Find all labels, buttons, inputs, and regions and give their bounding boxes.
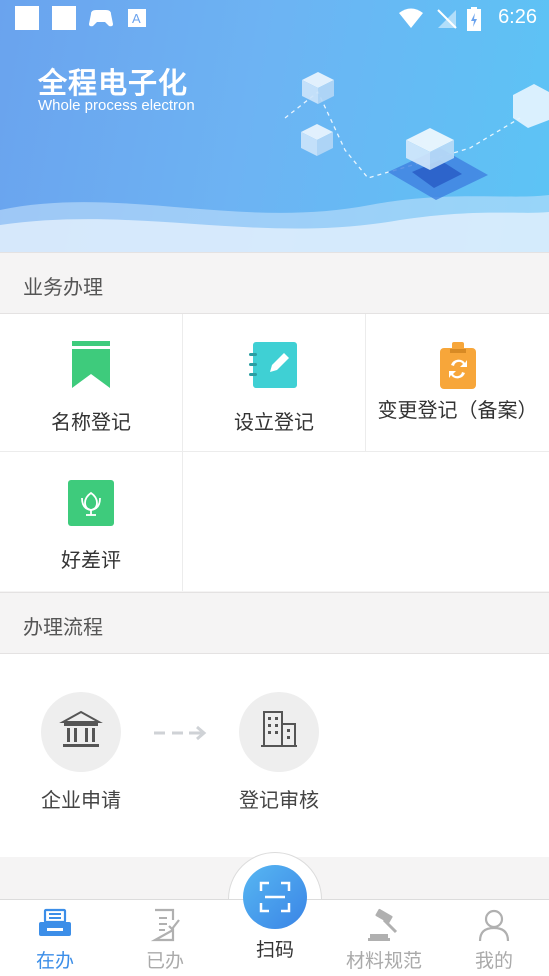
banner-subtitle: Whole process electron [38,97,195,114]
service-label: 变更登记（备案） [377,398,538,422]
nav-label: 在办 [35,950,74,972]
process-section-header: 办理流程 [0,592,549,654]
nav-completed[interactable]: 已办 [110,900,220,976]
nav-label: 我的 [474,950,513,972]
document-check-icon [150,908,180,942]
banner-title: 全程电子化 [38,66,189,100]
scan-icon [259,881,291,913]
services-section-header: 业务办理 [0,252,549,314]
wifi-icon [399,8,423,28]
section-title: 业务办理 [23,275,103,299]
notification-icon [15,6,39,30]
clock: 6:26 [498,6,537,28]
nav-label-scan[interactable]: 扫码 [225,935,325,962]
process-step-label: 登记审核 [239,788,319,812]
status-bar: A 6:26 [0,0,549,38]
scan-button[interactable] [243,865,307,929]
printer-icon [39,908,71,936]
service-change-registration[interactable]: 变更登记（备案） [366,314,549,452]
text-icon: A [128,9,146,27]
service-establish-registration[interactable]: 设立登记 [183,314,366,452]
no-signal-icon [437,9,457,29]
process-step-icon [239,692,319,772]
clipboard-refresh-icon [439,342,476,389]
service-rating[interactable]: 好差评 [0,452,183,591]
gamepad-icon [89,10,113,27]
arrow-icon [154,725,207,741]
process-flow: 企业申请 登记审核 [0,654,549,857]
nav-mine[interactable]: 我的 [439,900,549,976]
nav-label: 已办 [145,950,184,972]
nav-label: 材料规范 [345,950,422,972]
user-icon [478,909,510,942]
service-name-registration[interactable]: 名称登记 [0,314,183,452]
notebook-edit-icon [249,342,297,388]
service-label: 名称登记 [51,410,131,434]
bank-icon [59,710,103,747]
battery-icon [467,7,481,31]
service-label: 好差评 [61,548,121,572]
section-title: 办理流程 [23,615,103,639]
flower-icon [68,480,114,526]
service-grid: 名称登记 设立登记 变更登记（备案） 好差评 [0,314,549,591]
service-label: 设立登记 [234,410,314,434]
building-icon [261,711,297,747]
nav-in-progress[interactable]: 在办 [0,900,110,976]
process-step-icon [41,692,121,772]
svg-text:A: A [132,11,141,26]
banner: A 6:26 全程电子化 Whole process electron [0,0,549,252]
nav-material-standards[interactable]: 材料规范 [329,900,439,976]
bookmark-icon [72,341,110,388]
notification-icon [52,6,76,30]
process-step-label: 企业申请 [41,788,121,812]
gavel-icon [368,908,398,941]
